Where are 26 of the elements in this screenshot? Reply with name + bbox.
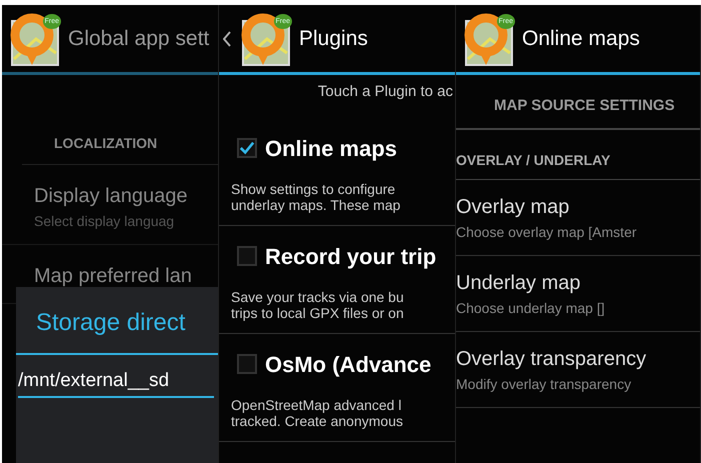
plugin-name[interactable]: Online maps [265,132,398,164]
setting-title[interactable]: Overlay transparency [456,344,700,374]
screen-title: Online maps [522,26,640,52]
checkbox[interactable] [237,354,257,374]
screen-title: Plugins [299,26,368,52]
checkbox[interactable] [237,246,257,266]
section-header: OVERLAY / UNDERLAY [456,150,700,180]
section-header: LOCALIZATION [22,75,218,165]
setting-title[interactable]: Display language [34,181,218,211]
tab-label[interactable]: MAP SOURCE SETTINGS [456,75,700,130]
checkbox[interactable] [237,138,257,158]
setting-title[interactable]: Underlay map [456,268,700,298]
screen-title: Global app sett [68,26,210,52]
setting-summary: Modify overlay transparency [456,374,632,394]
setting-summary: Choose underlay map [] [456,298,606,318]
setting-title[interactable]: Overlay map [456,192,700,222]
plugin-description: Save your tracks via one bu trips to local GPX files or on [219,278,455,334]
plugin-name[interactable]: OsMo (Advance [265,348,432,381]
plugin-name[interactable]: Record your trip [265,240,436,273]
plugin-description: OpenStreetMap advanced l tracked. Create anonymous [219,386,455,442]
back-icon[interactable] [223,30,231,46]
setting-summary: Select display languag [34,212,176,231]
plugin-description: Show settings to configure underlay maps. These map [219,170,455,226]
path-input-field[interactable]: /mnt/external__sd [18,367,214,398]
setting-summary: Choose overlay map [Amster [456,222,638,242]
hint-text: Touch a Plugin to ac [316,82,454,102]
